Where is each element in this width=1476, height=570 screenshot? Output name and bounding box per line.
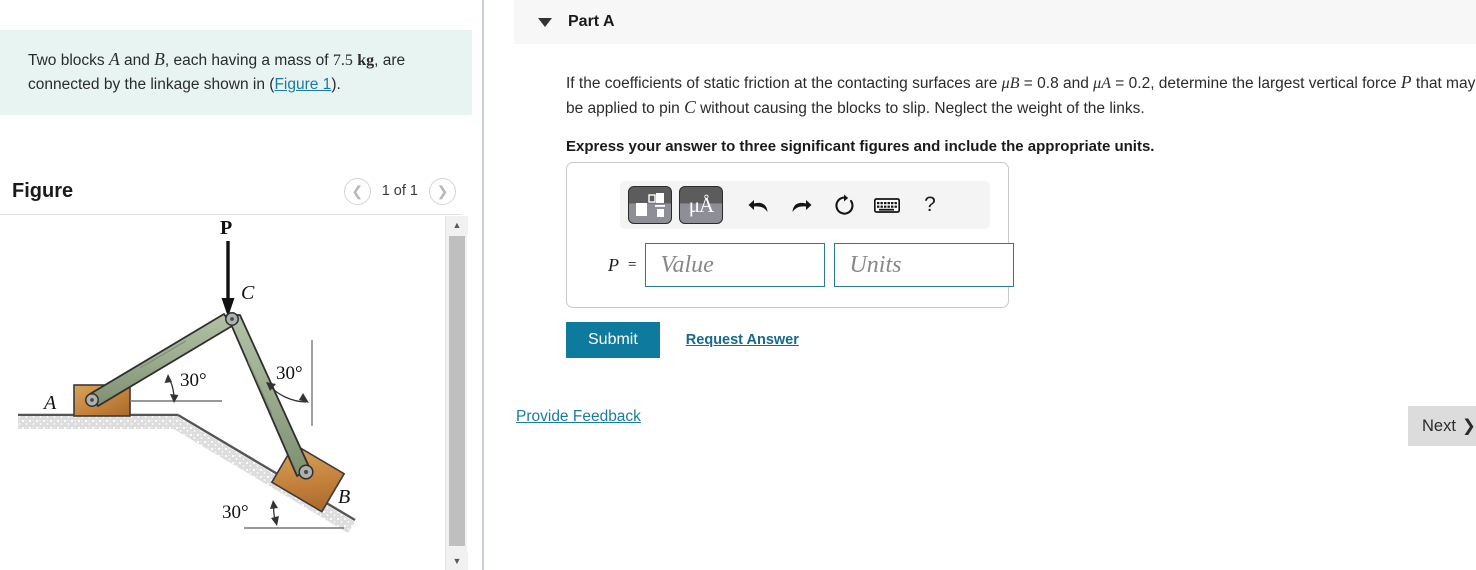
question-text-1: If the coefficients of static friction a…: [566, 75, 1002, 92]
chevron-right-icon[interactable]: ❯: [429, 177, 456, 205]
block-a-label: A: [42, 392, 57, 414]
problem-text-2: and: [119, 52, 155, 69]
problem-text-5: ).: [331, 76, 341, 94]
problem-mass-value: 7.5: [332, 52, 353, 69]
angle-left-label: 30°: [180, 370, 207, 391]
answer-toolbar: μÅ ?: [620, 181, 990, 229]
answer-input-row: P = Value Units: [585, 243, 1015, 287]
figure-counter: 1 of 1: [381, 183, 418, 199]
scrollbar-thumb[interactable]: [449, 236, 465, 546]
figure-scrollbar[interactable]: ▲ ▼: [445, 216, 468, 570]
figure-header: Figure ❮ 1 of 1 ❯: [0, 168, 484, 214]
provide-feedback-link[interactable]: Provide Feedback: [516, 408, 641, 426]
chevron-right-icon: ❯: [1461, 417, 1476, 435]
problem-text-1: Two blocks: [28, 52, 109, 69]
keyboard-icon[interactable]: [869, 187, 905, 223]
triangle-down-icon[interactable]: ▼: [446, 552, 468, 570]
question-text-5: without causing the blocks to slip. Negl…: [695, 100, 1145, 118]
reset-circle-icon[interactable]: [826, 187, 862, 223]
submit-button[interactable]: Submit: [566, 322, 660, 358]
mu-a-symbol: μA: [1093, 75, 1111, 92]
answer-prefix-symbol: P: [608, 254, 619, 275]
problem-var-b: B: [154, 49, 165, 69]
micro-angstrom-icon[interactable]: μÅ: [679, 186, 723, 224]
help-question-icon[interactable]: ?: [912, 187, 948, 223]
problem-var-a: A: [108, 49, 120, 69]
micro-angstrom-glyph: μÅ: [688, 192, 714, 217]
problem-text-3: , each having a mass of: [164, 52, 333, 69]
question-body: If the coefficients of static friction a…: [566, 70, 1476, 155]
angle-incline-label: 30°: [222, 502, 249, 523]
figure-panel: Two blocks A and B, each having a mass o…: [0, 0, 484, 570]
page-root: Two blocks A and B, each having a mass o…: [0, 0, 1476, 570]
submit-row: Submit Request Answer: [566, 322, 799, 358]
template-blocks-icon[interactable]: [628, 186, 672, 224]
pin-label-c: C: [241, 282, 255, 304]
caret-down-icon[interactable]: [538, 17, 552, 27]
problem-statement: Two blocks A and B, each having a mass o…: [0, 30, 472, 115]
question-text-2: = 0.8 and: [1019, 75, 1094, 92]
question-text-3: = 0.2, determine the largest vertical fo…: [1110, 75, 1401, 92]
part-label: Part A: [568, 13, 615, 30]
answer-box: μÅ ? P = Value Units: [566, 162, 1015, 308]
redo-arrow-icon[interactable]: [783, 187, 819, 223]
figure-divider: [0, 214, 462, 215]
question-var-p: P: [1400, 72, 1412, 92]
next-button-label: Next: [1422, 416, 1456, 435]
figure-viewport: P C A B 30° 30° 30°: [0, 216, 444, 570]
chevron-left-icon[interactable]: ❮: [343, 177, 371, 205]
part-header[interactable]: Part A: [514, 0, 1476, 44]
units-input[interactable]: Units: [834, 243, 1015, 287]
question-text: If the coefficients of static friction a…: [566, 70, 1476, 121]
value-input[interactable]: Value: [645, 243, 826, 287]
answer-panel: Part A If the coefficients of static fri…: [486, 0, 1476, 570]
answer-prefix-label: P: [585, 255, 619, 276]
angle-right-label: 30°: [276, 363, 303, 384]
triangle-up-icon[interactable]: ▲: [446, 216, 468, 234]
undo-arrow-icon[interactable]: [740, 187, 776, 223]
linkage-diagram: P C A B 30° 30° 30°: [18, 217, 356, 533]
figure-navigation: ❮ 1 of 1 ❯: [343, 177, 456, 205]
answer-instruction: Express your answer to three significant…: [566, 137, 1155, 155]
mu-b-symbol: μB: [1001, 75, 1020, 92]
question-var-c: C: [684, 97, 696, 118]
answer-equals-sign: =: [628, 256, 637, 273]
figure-title: Figure: [12, 179, 74, 202]
problem-mass-unit: kg: [357, 52, 375, 69]
request-answer-link[interactable]: Request Answer: [686, 332, 799, 348]
block-b-label: B: [338, 486, 350, 508]
figure-1-link[interactable]: Figure 1: [274, 76, 331, 93]
force-label-p: P: [220, 217, 232, 239]
next-button[interactable]: Next ❯: [1408, 406, 1476, 446]
